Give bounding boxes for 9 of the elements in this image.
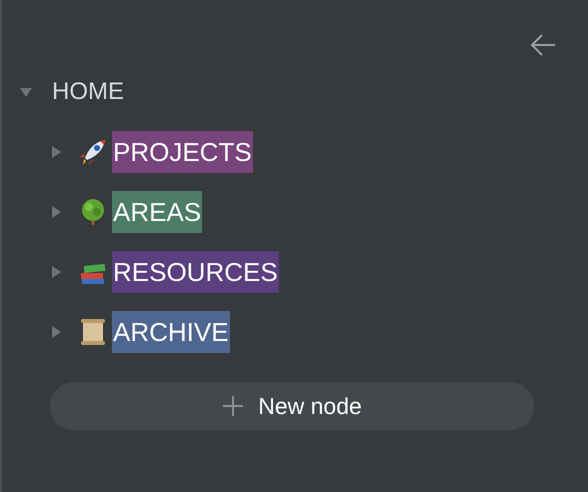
tree-item[interactable]: AREAS: [112, 191, 202, 233]
tree-item[interactable]: ARCHIVE: [112, 311, 230, 353]
new-node-button[interactable]: New node: [50, 382, 534, 430]
rocket-icon: [78, 137, 108, 167]
tree-item[interactable]: RESOURCES: [112, 251, 279, 293]
plus-icon: [222, 395, 244, 417]
tree-item[interactable]: PROJECTS: [112, 131, 253, 173]
scroll-icon: [78, 317, 108, 347]
tree-root-label[interactable]: HOME: [52, 78, 124, 106]
